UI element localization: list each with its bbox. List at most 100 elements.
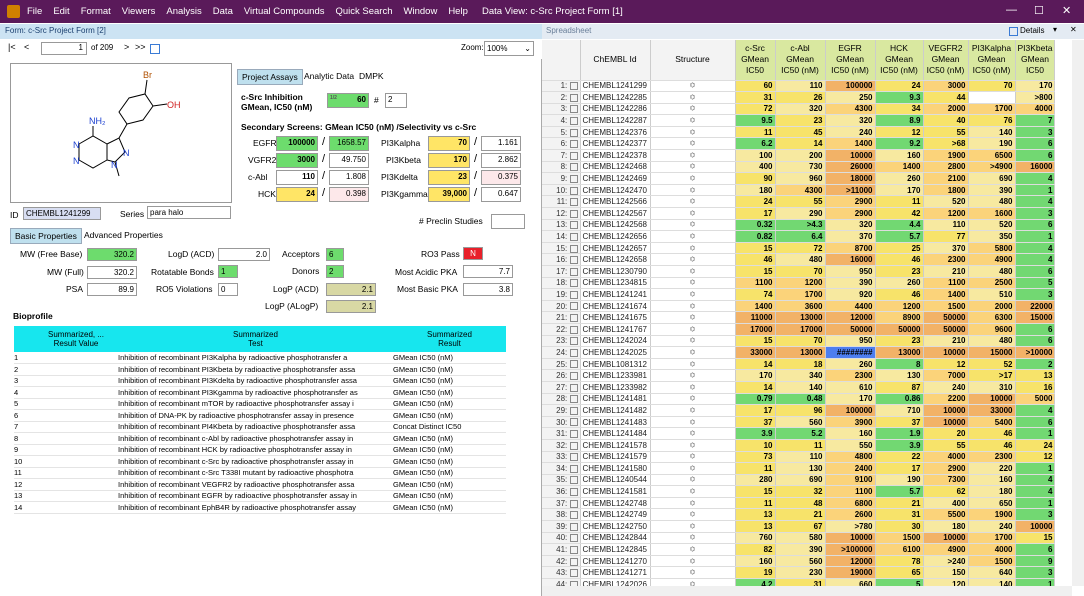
row-checkbox[interactable] bbox=[569, 151, 578, 160]
ic50-cell[interactable]: 3000 bbox=[923, 80, 969, 93]
row-checkbox[interactable] bbox=[569, 267, 578, 276]
ic50-cell[interactable]: 650 bbox=[968, 497, 1016, 510]
table-row[interactable]: 6: CHEMBL1242377 ⌬ 6.2 14 1400 9.2 >68 190 6 bbox=[542, 137, 1056, 151]
ic50-cell[interactable]: 1400 bbox=[825, 137, 876, 151]
table-row[interactable]: 43: CHEMBL1241271 ⌬ 19 230 19000 65 150 640 3 bbox=[542, 566, 1056, 580]
ic50-cell[interactable]: 10000 bbox=[825, 532, 876, 545]
ic50-cell[interactable]: 16000 bbox=[1015, 161, 1056, 174]
tab-analytic-data[interactable]: Analytic Data bbox=[300, 69, 358, 83]
table-row[interactable]: 14 Inhibition of recombinant EphB4R by ra… bbox=[14, 501, 506, 514]
ic50-cell[interactable]: 24 bbox=[875, 80, 924, 93]
table-row[interactable]: 1: CHEMBL1241299 ⌬ 60 110 100000 24 3000 70 170 bbox=[542, 80, 1056, 93]
ic50-cell[interactable]: 110 bbox=[923, 219, 969, 232]
ic50-cell[interactable]: 15000 bbox=[968, 346, 1016, 359]
table-row[interactable]: 33: CHEMBL1241579 ⌬ 73 110 4800 22 4000 2300 12 bbox=[542, 451, 1056, 464]
ic50-cell[interactable]: 160 bbox=[735, 555, 776, 568]
ic50-cell[interactable]: 50000 bbox=[875, 323, 924, 336]
ic50-cell[interactable]: 78 bbox=[875, 555, 924, 568]
row-checkbox[interactable] bbox=[569, 140, 578, 149]
row-checkbox[interactable] bbox=[569, 453, 578, 462]
ic50-cell[interactable]: 8.9 bbox=[875, 114, 924, 127]
ic50-cell[interactable]: 1 bbox=[1015, 184, 1056, 197]
ic50-cell[interactable]: 18000 bbox=[825, 172, 876, 185]
ic50-cell[interactable]: 0.79 bbox=[735, 393, 776, 406]
tab-project-assays[interactable]: Project Assays bbox=[237, 69, 303, 85]
menu-item-viewers[interactable]: Viewers bbox=[122, 6, 156, 17]
ic50-cell[interactable]: 22 bbox=[875, 451, 924, 464]
ic50-cell[interactable]: 17 bbox=[875, 462, 924, 475]
column-header[interactable]: c-Src GMean IC50 bbox=[735, 40, 776, 81]
ic50-cell[interactable]: 5.7 bbox=[875, 230, 924, 243]
menu-item-data[interactable]: Data bbox=[213, 6, 233, 17]
chembl-id-cell[interactable]: CHEMBL1241271 bbox=[580, 566, 651, 580]
table-row[interactable]: 18: CHEMBL1234815 ⌬ 1100 1200 390 260 1100 2500… bbox=[542, 277, 1056, 290]
ic50-cell[interactable]: 17 bbox=[735, 404, 776, 417]
tab-advanced-properties[interactable]: Advanced Properties bbox=[80, 228, 167, 242]
ic50-cell[interactable]: 48 bbox=[775, 497, 826, 510]
ic50-cell[interactable]: 640 bbox=[968, 566, 1016, 580]
ic50-cell[interactable]: >800 bbox=[1015, 91, 1056, 104]
ic50-cell[interactable]: 50000 bbox=[923, 311, 969, 324]
ic50-cell[interactable]: 920 bbox=[825, 288, 876, 301]
close-button[interactable]: ✕ bbox=[1062, 4, 1071, 17]
ic50-cell[interactable]: 290 bbox=[775, 207, 826, 220]
menu-item-format[interactable]: Format bbox=[81, 6, 111, 17]
ic50-cell[interactable]: 5400 bbox=[968, 416, 1016, 429]
table-row[interactable]: 7: CHEMBL1242378 ⌬ 100 200 10000 160 1900 6500 6 bbox=[542, 149, 1056, 162]
chembl-id-cell[interactable]: CHEMBL1242285 bbox=[580, 91, 651, 104]
chembl-id-cell[interactable]: CHEMBL1242656 bbox=[580, 230, 651, 243]
ic50-cell[interactable]: 30 bbox=[875, 520, 924, 533]
ic50-cell[interactable]: 5 bbox=[875, 578, 924, 586]
chembl-id-cell[interactable]: CHEMBL1241675 bbox=[580, 311, 651, 324]
table-row[interactable]: 12 Inhibition of recombinant VEGFR2 by ra… bbox=[14, 478, 506, 491]
ic50-cell[interactable]: 6100 bbox=[875, 543, 924, 556]
ic50-cell[interactable]: 1 bbox=[1015, 230, 1056, 243]
ic50-cell[interactable]: 730 bbox=[775, 161, 826, 174]
table-row[interactable]: 14: CHEMBL1242656 ⌬ 0.82 6.4 370 5.7 77 350 1 bbox=[542, 230, 1056, 243]
ic50-cell[interactable]: 4 bbox=[1015, 195, 1056, 209]
table-row[interactable]: 24: CHEMBL1242025 ⌬ 33000 13000 ######## 1300… bbox=[542, 346, 1056, 359]
ic50-cell[interactable]: 2600 bbox=[825, 508, 876, 522]
column-header[interactable]: VEGFR2 GMean IC50 (nM) bbox=[923, 40, 969, 81]
ic50-cell[interactable]: 23 bbox=[875, 265, 924, 278]
ic50-cell[interactable]: 73 bbox=[735, 451, 776, 464]
ic50-cell[interactable]: 50000 bbox=[825, 323, 876, 336]
ic50-cell[interactable]: 17 bbox=[735, 207, 776, 220]
table-row[interactable]: 29: CHEMBL1241482 ⌬ 17 96 100000 710 10000 3300… bbox=[542, 404, 1056, 417]
row-checkbox[interactable] bbox=[569, 464, 578, 473]
chembl-id-cell[interactable]: CHEMBL1241270 bbox=[580, 555, 651, 568]
ic50-cell[interactable]: 9.3 bbox=[875, 91, 924, 104]
ic50-cell[interactable]: 6800 bbox=[825, 497, 876, 510]
ic50-cell[interactable]: 6.2 bbox=[735, 137, 776, 151]
ic50-cell[interactable]: 760 bbox=[735, 532, 776, 545]
ic50-cell[interactable]: 160 bbox=[875, 149, 924, 162]
ic50-cell[interactable]: 4800 bbox=[825, 451, 876, 464]
minimize-button[interactable]: — bbox=[1006, 4, 1017, 16]
row-checkbox[interactable] bbox=[569, 383, 578, 392]
chembl-id-cell[interactable]: CHEMBL1242566 bbox=[580, 195, 651, 209]
table-row[interactable]: 11: CHEMBL1242566 ⌬ 24 55 2900 11 520 480 4 bbox=[542, 195, 1056, 209]
table-row[interactable]: 34: CHEMBL1241580 ⌬ 11 130 2400 17 2900 220 1 bbox=[542, 462, 1056, 475]
table-row[interactable]: 17: CHEMBL1230790 ⌬ 15 70 950 23 210 480 6 bbox=[542, 265, 1056, 278]
ic50-cell[interactable]: 6 bbox=[1015, 265, 1056, 278]
ic50-cell[interactable]: 950 bbox=[825, 335, 876, 348]
ic50-cell[interactable]: 13 bbox=[735, 508, 776, 522]
ic50-cell[interactable]: 37 bbox=[735, 416, 776, 429]
ic50-cell[interactable]: 82 bbox=[735, 543, 776, 556]
ic50-cell[interactable]: 2900 bbox=[923, 462, 969, 475]
column-header[interactable]: c-Abl GMean IC50 (nM) bbox=[775, 40, 826, 81]
table-row[interactable]: 30: CHEMBL1241483 ⌬ 37 560 3900 37 10000 5400 6 bbox=[542, 416, 1056, 429]
ic50-cell[interactable]: 3 bbox=[1015, 207, 1056, 220]
ic50-cell[interactable]: 10000 bbox=[923, 404, 969, 417]
ic50-cell[interactable]: 9100 bbox=[825, 474, 876, 487]
ic50-cell[interactable]: 2800 bbox=[923, 161, 969, 174]
ic50-cell[interactable]: 140 bbox=[968, 126, 1016, 139]
ic50-cell[interactable]: 55 bbox=[923, 126, 969, 139]
ic50-cell[interactable]: 100000 bbox=[825, 404, 876, 417]
tab-basic-properties[interactable]: Basic Properties bbox=[10, 228, 82, 244]
row-checkbox[interactable] bbox=[569, 534, 578, 543]
ic50-cell[interactable]: 240 bbox=[825, 126, 876, 139]
ic50-cell[interactable]: 14 bbox=[735, 358, 776, 371]
column-header[interactable]: HCK GMean IC50 (nM) bbox=[875, 40, 924, 81]
ic50-cell[interactable]: 67 bbox=[775, 520, 826, 533]
